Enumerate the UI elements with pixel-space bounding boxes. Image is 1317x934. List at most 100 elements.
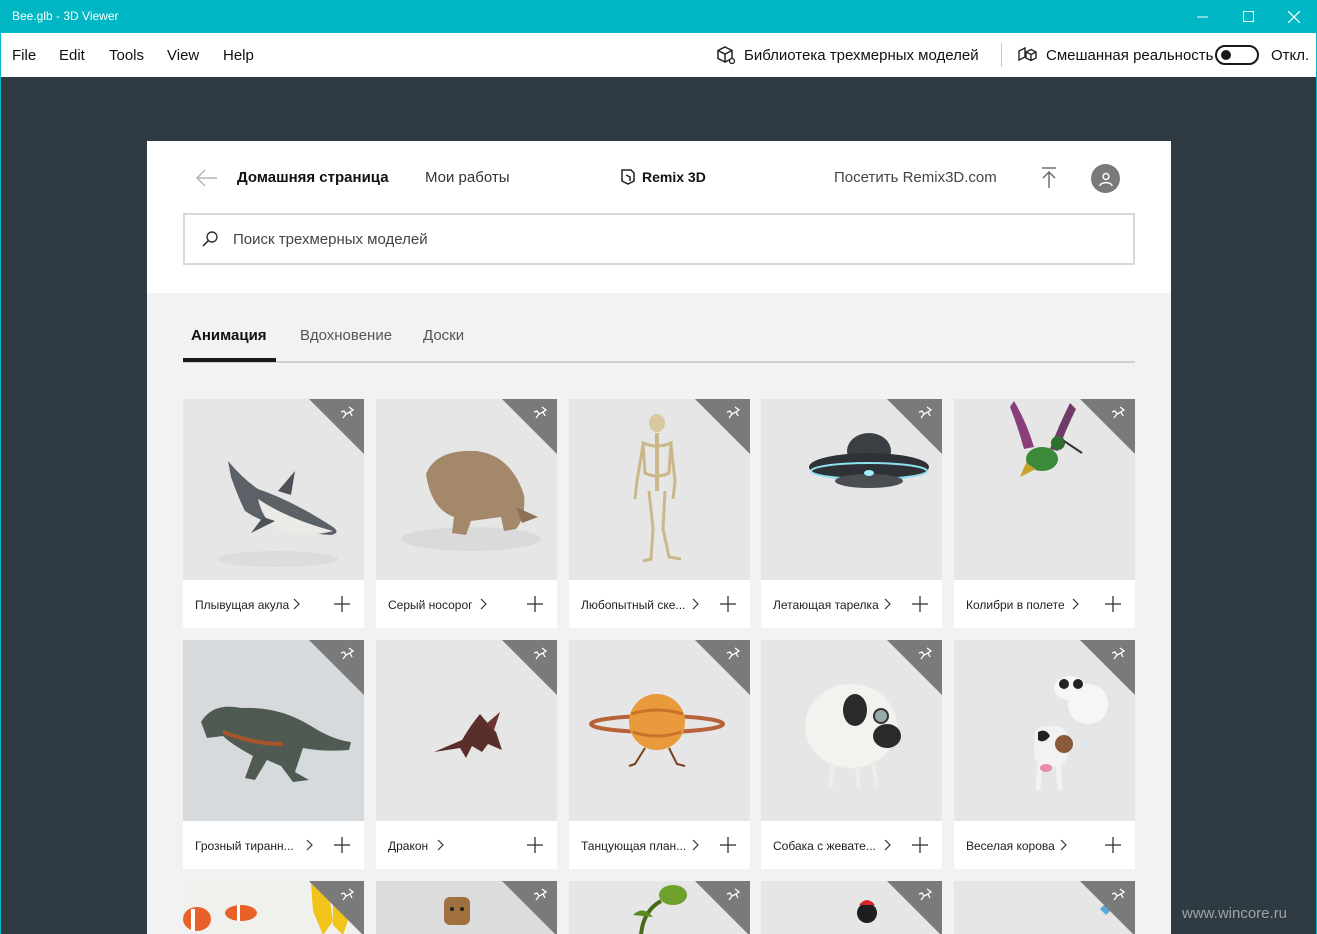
- model-card[interactable]: [183, 881, 364, 934]
- arrow-left-icon: [195, 169, 217, 187]
- animation-running-icon: [726, 888, 741, 901]
- animation-running-icon: [1111, 888, 1126, 901]
- back-button[interactable]: [195, 167, 219, 194]
- animation-running-icon: [1111, 647, 1126, 660]
- animation-running-icon: [340, 406, 355, 419]
- menu-divider: [1001, 43, 1002, 67]
- model-label: Колибри в полете: [966, 598, 1065, 612]
- window-title: Bee.glb - 3D Viewer: [12, 9, 119, 23]
- animation-running-icon: [918, 888, 933, 901]
- model-label: Грозный тиранн...: [195, 839, 294, 853]
- model-card[interactable]: Дракон: [376, 640, 557, 869]
- remix-3d-brand: Remix 3D: [619, 168, 706, 186]
- menu-file[interactable]: File: [12, 47, 36, 64]
- model-label: Серый носорог: [388, 598, 473, 612]
- add-model-icon[interactable]: [719, 595, 737, 613]
- model-card[interactable]: Плывущая акула: [183, 399, 364, 628]
- model-card[interactable]: Грозный тиранн...: [183, 640, 364, 869]
- tab-boards[interactable]: Доски: [423, 327, 464, 363]
- model-label: Собака с жевате...: [773, 839, 876, 853]
- model-card[interactable]: [569, 881, 750, 934]
- model-label: Плывущая акула: [195, 598, 290, 612]
- animation-running-icon: [533, 888, 548, 901]
- visit-remix3d-link[interactable]: Посетить Remix3D.com: [834, 169, 997, 186]
- panel-header: Домашняя страница Мои работы Remix 3D По…: [147, 141, 1171, 293]
- chevron-right-icon[interactable]: [292, 598, 300, 610]
- category-tabs: Анимация Вдохновение Доски: [183, 327, 1135, 363]
- chevron-right-icon[interactable]: [1071, 598, 1079, 610]
- upload-icon: [1042, 167, 1056, 188]
- close-icon: [1288, 10, 1300, 23]
- chevron-right-icon[interactable]: [479, 598, 487, 610]
- minimize-button[interactable]: [1179, 0, 1225, 33]
- model-card[interactable]: Собака с жевате...: [761, 640, 942, 869]
- close-button[interactable]: [1271, 0, 1317, 33]
- model-card[interactable]: Летающая тарелка: [761, 399, 942, 628]
- search-input[interactable]: [233, 227, 1113, 251]
- window-frame-left: [0, 33, 1, 934]
- model-card[interactable]: Веселая корова: [954, 640, 1135, 869]
- add-model-icon[interactable]: [911, 595, 929, 613]
- remix-3d-title: Remix 3D: [642, 169, 706, 185]
- search-box: [183, 213, 1135, 265]
- add-model-icon[interactable]: [1104, 595, 1122, 613]
- model-label: Любопытный ске...: [581, 598, 686, 612]
- watermark: www.wincore.ru: [1182, 905, 1288, 922]
- model-card[interactable]: Танцующая план...: [569, 640, 750, 869]
- nav-my-works[interactable]: Мои работы: [425, 169, 510, 186]
- mixed-reality-icon: [1018, 46, 1037, 62]
- menu-bar: File Edit Tools View Help Библиотека тре…: [1, 33, 1316, 77]
- model-card[interactable]: Любопытный ске...: [569, 399, 750, 628]
- model-card[interactable]: [954, 881, 1135, 934]
- chevron-right-icon[interactable]: [883, 598, 891, 610]
- menu-edit[interactable]: Edit: [59, 47, 85, 64]
- add-model-icon[interactable]: [719, 836, 737, 854]
- mixed-reality-toggle[interactable]: [1215, 45, 1259, 65]
- animation-running-icon: [726, 647, 741, 660]
- animation-running-icon: [533, 647, 548, 660]
- toggle-knob: [1221, 50, 1231, 60]
- menu-help[interactable]: Help: [223, 47, 254, 64]
- mixed-reality-button[interactable]: Смешанная реальность: [1017, 33, 1213, 77]
- model-card[interactable]: Колибри в полете: [954, 399, 1135, 628]
- person-icon: [1098, 172, 1113, 186]
- animation-running-icon: [726, 406, 741, 419]
- animation-running-icon: [1111, 406, 1126, 419]
- add-model-icon[interactable]: [1104, 836, 1122, 854]
- chevron-right-icon[interactable]: [691, 598, 699, 610]
- upload-button[interactable]: [1040, 166, 1058, 195]
- animation-running-icon: [340, 888, 355, 901]
- minimize-icon: [1196, 16, 1208, 18]
- maximize-button[interactable]: [1225, 0, 1271, 33]
- model-card[interactable]: Серый носорог: [376, 399, 557, 628]
- title-bar: Bee.glb - 3D Viewer: [0, 0, 1317, 33]
- animation-running-icon: [918, 647, 933, 660]
- model-label: Летающая тарелка: [773, 598, 879, 612]
- nav-home-page[interactable]: Домашняя страница: [237, 169, 389, 186]
- menu-view[interactable]: View: [167, 47, 199, 64]
- add-model-icon[interactable]: [526, 836, 544, 854]
- mixed-reality-label: Смешанная реальность: [1046, 46, 1214, 64]
- 3d-library-button[interactable]: Библиотека трехмерных моделей: [715, 33, 979, 77]
- chevron-right-icon[interactable]: [883, 839, 891, 851]
- active-tab-indicator: [183, 358, 276, 362]
- user-avatar[interactable]: [1091, 164, 1120, 193]
- model-card[interactable]: [761, 881, 942, 934]
- add-model-icon[interactable]: [333, 595, 351, 613]
- search-icon: [202, 231, 218, 247]
- chevron-right-icon[interactable]: [1059, 839, 1067, 851]
- 3d-library-label: Библиотека трехмерных моделей: [744, 46, 979, 64]
- tab-inspiration[interactable]: Вдохновение: [300, 327, 392, 363]
- add-model-icon[interactable]: [911, 836, 929, 854]
- animation-running-icon: [533, 406, 548, 419]
- chevron-right-icon[interactable]: [691, 839, 699, 851]
- add-model-icon[interactable]: [333, 836, 351, 854]
- chevron-right-icon[interactable]: [436, 839, 444, 851]
- toggle-state-label: Откл.: [1271, 47, 1310, 64]
- menu-tools[interactable]: Tools: [109, 47, 144, 64]
- chevron-right-icon[interactable]: [305, 839, 313, 851]
- animation-running-icon: [918, 406, 933, 419]
- add-model-icon[interactable]: [526, 595, 544, 613]
- model-card[interactable]: [376, 881, 557, 934]
- remix-3d-panel: Домашняя страница Мои работы Remix 3D По…: [147, 141, 1171, 934]
